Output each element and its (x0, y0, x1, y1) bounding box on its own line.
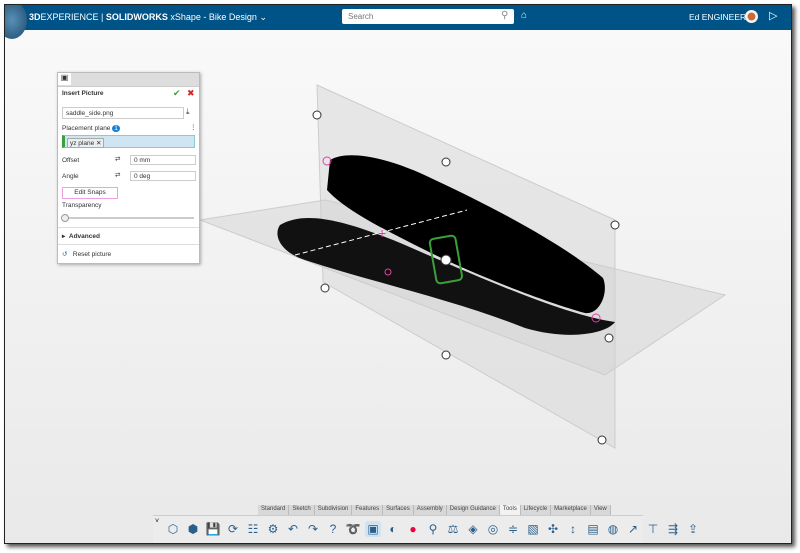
lasso-icon[interactable]: ➰ (345, 521, 361, 537)
refresh-icon[interactable]: ⟳ (225, 521, 241, 537)
export-icon[interactable]: ⇶ (665, 521, 681, 537)
publish-icon[interactable]: ⇪ (685, 521, 701, 537)
mass-icon[interactable]: ▤ (585, 521, 601, 537)
app-window: 3DEXPERIENCE | SOLIDWORKS xShape - Bike … (4, 4, 792, 544)
app-name: xShape - Bike Design (167, 12, 257, 22)
insert-picture-panel: ▣ Insert Picture ✔ ✖ saddle_side.png ⤓ P… (57, 72, 200, 264)
save-icon[interactable]: 💾 (205, 521, 221, 537)
brand-main: EXPERIENCE | (40, 12, 106, 22)
transparency-label: Transparency (62, 202, 102, 209)
tab-standard[interactable]: Standard (258, 505, 290, 515)
brand-3d: 3D (29, 12, 41, 22)
plane-handle[interactable] (312, 110, 322, 120)
plane-chip[interactable]: yz plane ✕ (67, 138, 105, 148)
globe-icon[interactable]: ◍ (605, 521, 621, 537)
filter-icon[interactable]: ⊤ (645, 521, 661, 537)
reset-icon: ↺ (62, 251, 68, 258)
share-icon[interactable]: ↗ (625, 521, 641, 537)
offset-field[interactable]: 0 mm (130, 155, 196, 165)
flip-icon[interactable]: ⇄ (115, 171, 120, 179)
panel-tab[interactable]: ▣ (58, 73, 199, 87)
properties-icon[interactable]: ☷ (245, 521, 261, 537)
advanced-label: Advanced (68, 233, 100, 240)
remove-icon[interactable]: ✕ (96, 140, 101, 147)
placement-plane-selector[interactable]: yz plane ✕ (62, 135, 195, 148)
action-toolbar: ˅ ⬡ ⬢ 💾 ⟳ ☷ ⚙ ↶ ↷? ➰ ▣ ◐ ● ⚲ ⚖ ◈ ◎ ≑ ▧ ✣ ↕ ▤ ◍ ↗ ⊤ ⇶ ⇪ (153, 515, 698, 543)
angle-field[interactable]: 0 deg (130, 171, 196, 181)
file-name-field[interactable]: saddle_side.png (62, 107, 184, 119)
offset-label: Offset (62, 157, 80, 164)
toolbar-tabs: Standard Sketch Subdivision Features Surface… (258, 505, 611, 515)
plane-handle[interactable] (597, 435, 607, 445)
distance-icon[interactable]: ↕ (565, 521, 581, 537)
chevron-down-icon[interactable]: ⌄ (259, 12, 267, 22)
redo-icon[interactable]: ↷ (305, 521, 321, 537)
insert-picture-icon[interactable]: ▣ (365, 521, 381, 537)
plane-handle[interactable] (441, 157, 451, 167)
undo-icon[interactable]: ↶ (285, 521, 301, 537)
app-title[interactable]: 3DEXPERIENCE | SOLIDWORKS xShape - Bike … (29, 12, 267, 23)
placement-text: Placement plane (62, 125, 111, 132)
tab-view[interactable]: View (590, 505, 611, 515)
snap-icon[interactable]: ✣ (545, 521, 561, 537)
brand-solidworks: SOLIDWORKS (105, 12, 168, 22)
search-input[interactable] (342, 9, 514, 24)
plane-handle[interactable] (441, 350, 451, 360)
plane-handle[interactable] (320, 283, 330, 293)
plus-marker[interactable]: + (378, 225, 386, 241)
tab-marketplace[interactable]: Marketplace (551, 505, 591, 515)
zebra-icon[interactable]: ▧ (525, 521, 541, 537)
measure-icon[interactable]: ⚲ (425, 521, 441, 537)
count-badge: 1 (112, 125, 120, 132)
tag-icon[interactable]: ⌂ (521, 10, 527, 21)
reset-picture-button[interactable]: ↺ Reset picture (62, 250, 111, 258)
inspect-icon[interactable]: ◎ (485, 521, 501, 537)
section-icon[interactable]: ◈ (465, 521, 481, 537)
tab-subdivision[interactable]: Subdivision (314, 505, 353, 515)
top-bar: 3DEXPERIENCE | SOLIDWORKS xShape - Bike … (5, 5, 791, 39)
picture-icon: ▣ (58, 73, 71, 85)
angle-label: Angle (62, 173, 79, 180)
ok-icon[interactable]: ✔ (173, 88, 181, 99)
part-icon[interactable]: ⬡ (165, 521, 181, 537)
search-icon[interactable]: ⚲ (501, 10, 508, 21)
plane-handle[interactable] (604, 333, 614, 343)
tab-lifecycle[interactable]: Lifecycle (520, 505, 552, 515)
transparency-slider[interactable] (61, 214, 194, 222)
avatar[interactable] (745, 10, 758, 23)
more-icon[interactable]: ⋮ (190, 123, 197, 131)
slider-thumb[interactable] (61, 214, 69, 222)
divider (58, 227, 199, 228)
advanced-section[interactable]: ▸ Advanced (62, 232, 100, 240)
reset-label: Reset picture (72, 251, 112, 258)
color-wheel-icon[interactable]: ● (405, 521, 421, 537)
tab-sketch[interactable]: Sketch (289, 505, 315, 515)
balance-icon[interactable]: ⚖ (445, 521, 461, 537)
plane-chip-label: yz plane (70, 140, 95, 147)
upload-icon[interactable]: ⤓ (186, 107, 190, 117)
collapse-icon[interactable]: ˅ (155, 518, 159, 525)
align-icon[interactable]: ≑ (505, 521, 521, 537)
tab-features[interactable]: Features (352, 505, 384, 515)
tab-design-guidance[interactable]: Design Guidance (446, 505, 500, 515)
plane-handle[interactable] (610, 220, 620, 230)
picture-center[interactable] (440, 254, 452, 266)
tab-tools[interactable]: Tools (499, 505, 521, 515)
render-icon[interactable]: ◐ (385, 521, 401, 537)
panel-title: Insert Picture (62, 90, 104, 97)
share-icon[interactable]: ▷ (769, 9, 777, 22)
edit-snaps-button[interactable]: Edit Snaps (62, 187, 118, 199)
tab-surfaces[interactable]: Surfaces (383, 505, 414, 515)
solid-icon[interactable]: ⬢ (185, 521, 201, 537)
divider (58, 244, 199, 245)
tab-assembly[interactable]: Assembly (413, 505, 447, 515)
placement-label: Placement plane 1 (62, 125, 120, 132)
help-icon[interactable]: ? (325, 521, 341, 537)
flip-icon[interactable]: ⇄ (115, 155, 120, 163)
settings-icon[interactable]: ⚙ (265, 521, 281, 537)
user-name[interactable]: Ed ENGINEER (689, 12, 746, 22)
close-icon[interactable]: ✖ (187, 88, 195, 99)
